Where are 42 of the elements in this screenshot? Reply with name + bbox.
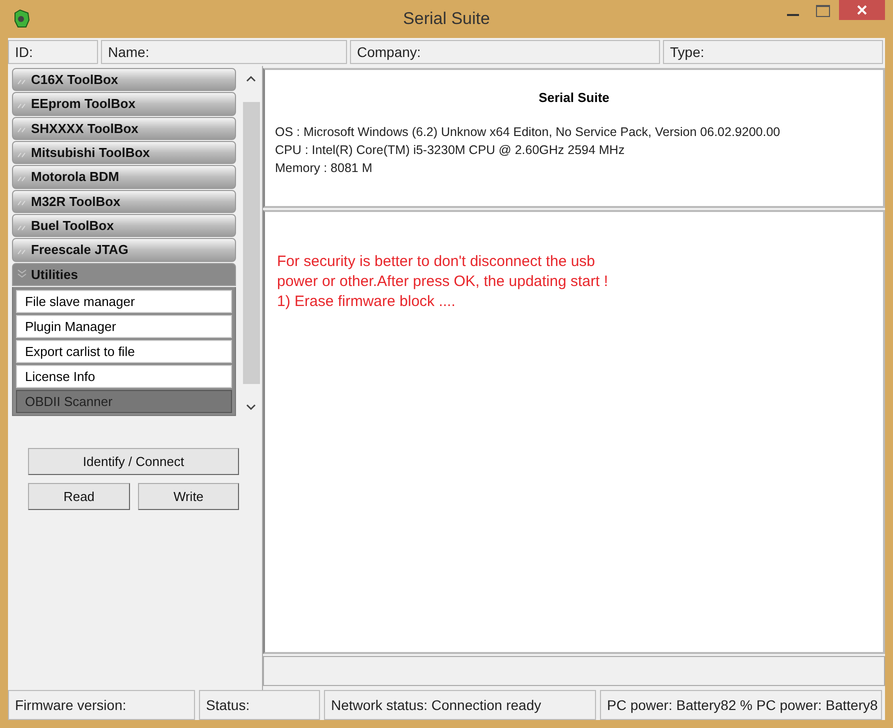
minimize-icon — [787, 14, 799, 16]
header-field: Name: — [101, 40, 347, 64]
scroll-down-icon[interactable] — [246, 404, 256, 412]
toolbox-header[interactable]: Buel ToolBox — [12, 214, 236, 238]
message-line: 1) Erase firmware block .... — [277, 292, 456, 312]
read-button[interactable]: Read — [28, 483, 130, 510]
scroll-thumb[interactable] — [242, 102, 260, 384]
chevron-down-icon — [17, 269, 27, 280]
info-title: Serial Suite — [538, 90, 610, 105]
info-line: CPU : Intel(R) Core(TM) i5-3230M CPU @ 2.60GHz 2594 MHz — [275, 142, 626, 159]
window-title: Serial Suite — [403, 9, 490, 29]
toolbox-header[interactable]: Mitsubishi ToolBox — [12, 140, 236, 164]
toolbox-header[interactable]: Motorola BDM — [12, 165, 236, 189]
status-cell: PC power: Battery82 % PC power: Battery8 — [600, 690, 882, 720]
message-line: power or other.After press OK, the updating start ! — [277, 272, 608, 292]
app-icon — [12, 9, 32, 29]
info-line: Memory : 8081 M — [275, 160, 374, 177]
menu-item[interactable]: OBDII Scanner — [16, 390, 232, 413]
menu-item[interactable]: License Info — [16, 364, 232, 388]
toolbox-header[interactable]: Utilities — [12, 262, 236, 286]
maximize-icon — [816, 5, 830, 17]
menu-item[interactable]: Export carlist to file — [16, 340, 232, 363]
toolbox-header[interactable]: Freescale JTAG — [12, 238, 236, 262]
close-icon — [857, 5, 867, 15]
identify-connect-button[interactable]: Identify / Connect — [28, 448, 239, 475]
toolbox-header[interactable]: M32R ToolBox — [12, 190, 236, 213]
status-cell: Status: — [199, 690, 320, 720]
scroll-up-icon[interactable] — [246, 74, 256, 82]
info-line: OS : Microsoft Windows (6.2) Unknow x64 Editon, No Service Pack, Version 06.02.9200.00 — [275, 124, 782, 141]
menu-item[interactable]: File slave manager — [16, 290, 232, 313]
toolbox-header[interactable]: EEprom ToolBox — [12, 92, 236, 116]
toolbox-header[interactable]: SHXXXX ToolBox — [12, 116, 236, 140]
menu-item[interactable]: Plugin Manager — [16, 314, 232, 338]
message-line: For security is better to don't disconnect the usb — [277, 252, 596, 272]
write-button[interactable]: Write — [138, 483, 239, 510]
close-button[interactable] — [839, 0, 885, 20]
header-field: ID: — [8, 40, 98, 64]
header-field: Company: — [350, 40, 660, 64]
status-cell: Network status: Connection ready — [324, 690, 596, 720]
toolbox-header[interactable]: C16X ToolBox — [12, 68, 236, 92]
header-field: Type: — [663, 40, 883, 64]
status-cell: Firmware version: — [8, 690, 195, 720]
